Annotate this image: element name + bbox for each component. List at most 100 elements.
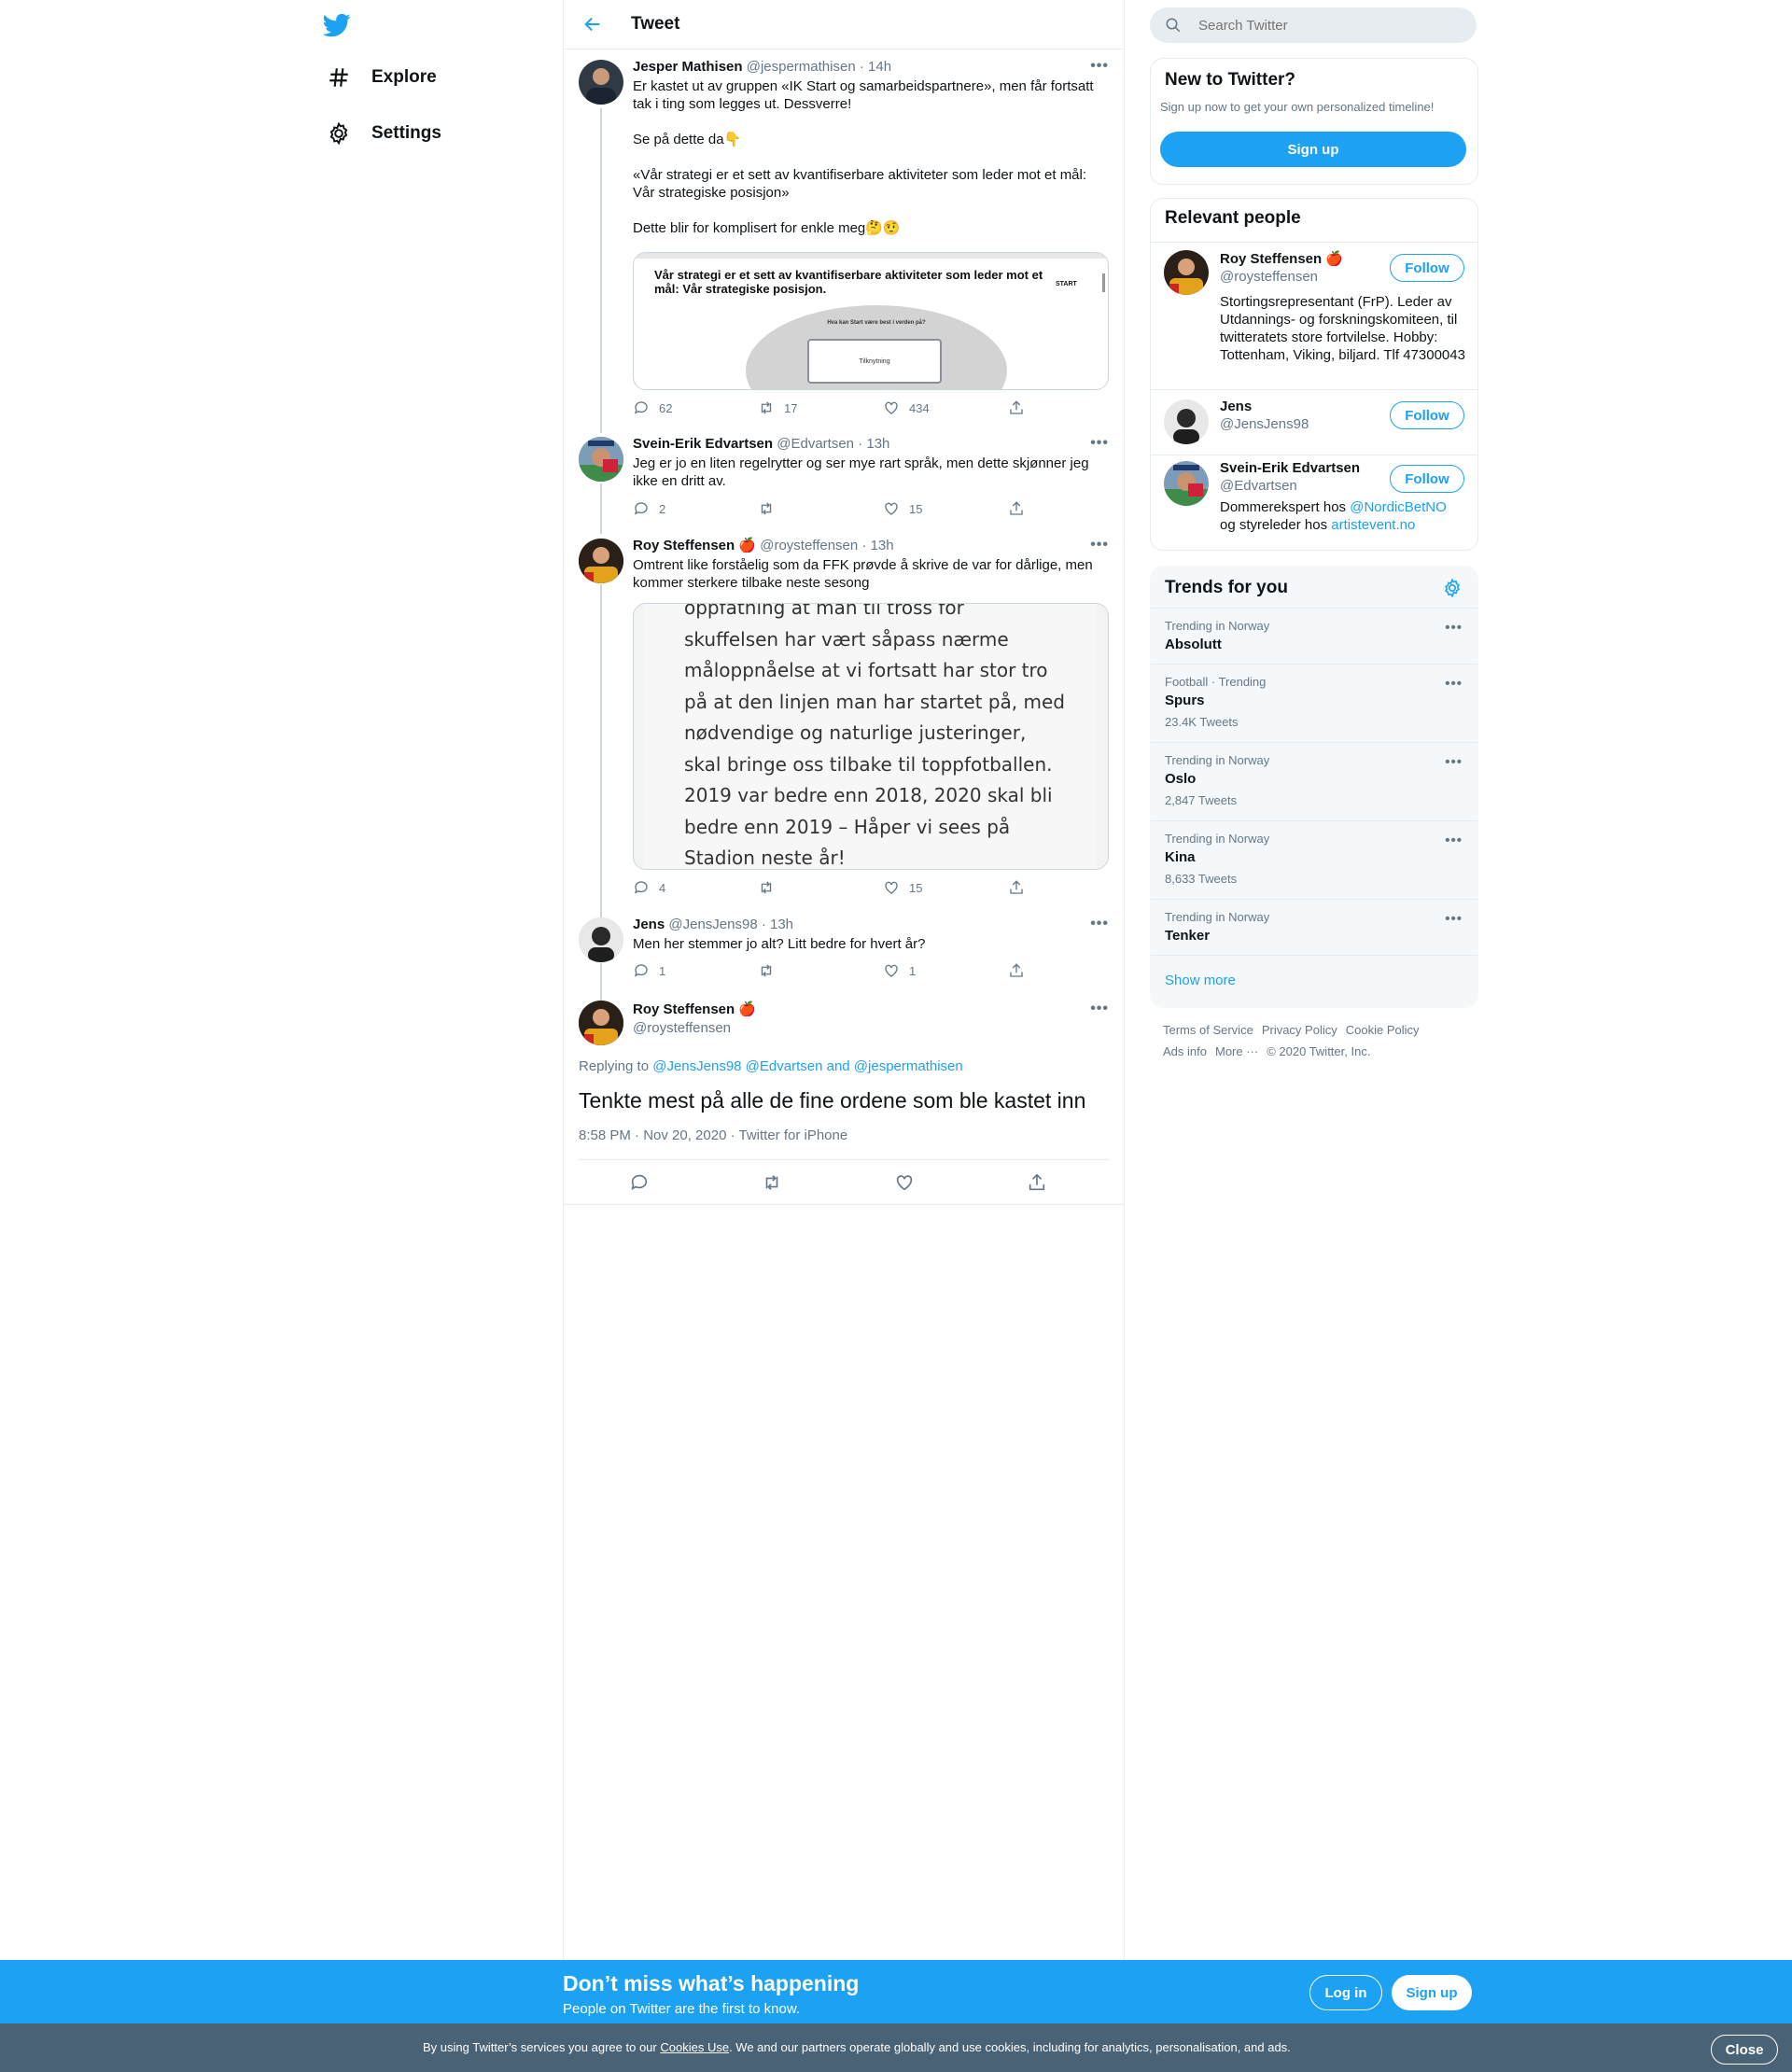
close-button[interactable]: Close	[1711, 2035, 1778, 2065]
replying-to-links[interactable]: @JensJens98 @Edvartsen and @jespermathis…	[652, 1058, 963, 1074]
cookies-use-link[interactable]: Cookies Use	[660, 2040, 729, 2054]
follow-button[interactable]: Follow	[1390, 465, 1464, 493]
tweet[interactable]: Jesper Mathisen @jespermathisen · 14h ••…	[579, 58, 1109, 422]
tweet-time[interactable]: · 13h	[861, 538, 893, 553]
tweet[interactable]: Roy Steffensen 🍎 @roysteffensen · 13h ••…	[579, 537, 1109, 910]
avatar[interactable]	[579, 60, 623, 105]
share-button[interactable]	[1008, 879, 1034, 896]
reply-button[interactable]: 1	[633, 962, 665, 979]
more-options-icon[interactable]: •••	[1090, 916, 1109, 932]
author-handle[interactable]: @JensJens98	[668, 917, 757, 932]
retweet-icon[interactable]	[762, 1172, 782, 1193]
tweet-time[interactable]: · 14h	[860, 59, 891, 75]
more-options-icon[interactable]: •••	[1445, 911, 1463, 927]
tweet-header: Jens @JensJens98 · 13h	[633, 916, 1109, 934]
retweet-button[interactable]: 17	[758, 399, 797, 416]
trend-name: Oslo	[1165, 771, 1197, 787]
avatar[interactable]	[1164, 250, 1209, 295]
trend-item[interactable]: Football · Trending Spurs 23.4K Tweets •…	[1151, 664, 1477, 743]
author-handle[interactable]: @jespermathisen	[747, 59, 856, 75]
share-button[interactable]	[1008, 500, 1034, 517]
author-handle[interactable]: @Edvartsen	[777, 436, 854, 452]
terms-link[interactable]: Terms of Service	[1163, 1023, 1253, 1037]
sign-up-button[interactable]: Sign up	[1392, 1975, 1472, 2010]
privacy-link[interactable]: Privacy Policy	[1262, 1023, 1337, 1037]
tweet-image[interactable]: oppfatning at man til tross for skuffels…	[633, 603, 1109, 870]
reply-icon	[634, 964, 648, 977]
person-row[interactable]: Roy Steffensen 🍎 @roysteffensen Storting…	[1151, 242, 1477, 390]
author-name[interactable]: Jesper Mathisen	[633, 59, 743, 75]
retweet-button[interactable]	[758, 962, 784, 979]
nav-explore[interactable]: Explore	[327, 65, 437, 90]
trend-item[interactable]: Trending in Norway Tenker •••	[1151, 899, 1477, 956]
back-arrow-icon[interactable]	[582, 14, 603, 35]
tweet-text: Omtrent like forståelig som da FFK prøvd…	[633, 557, 1097, 591]
more-options-icon[interactable]: •••	[1090, 537, 1109, 553]
reply-button[interactable]: 4	[633, 879, 665, 896]
share-icon[interactable]	[1027, 1172, 1047, 1193]
nav-settings[interactable]: Settings	[327, 121, 441, 146]
reply-icon[interactable]	[629, 1172, 650, 1193]
reply-button[interactable]: 62	[633, 399, 672, 416]
like-button[interactable]: 15	[883, 500, 922, 517]
retweet-button[interactable]	[758, 879, 784, 896]
like-button[interactable]: 15	[883, 879, 922, 896]
share-button[interactable]	[1008, 399, 1034, 416]
twitter-bird-icon[interactable]	[322, 11, 351, 39]
follow-button[interactable]: Follow	[1390, 254, 1464, 282]
author-handle[interactable]: @roysteffensen	[760, 538, 858, 553]
person-row[interactable]: Jens @JensJens98 Follow	[1151, 389, 1477, 455]
bio-text: og styreleder hos	[1220, 517, 1328, 533]
show-more-row[interactable]: Show more	[1151, 955, 1477, 1006]
avatar[interactable]	[579, 437, 623, 482]
ads-info-link[interactable]: Ads info	[1163, 1044, 1207, 1058]
tweet-time[interactable]: · 13h	[858, 436, 889, 452]
more-link[interactable]: More ···	[1215, 1044, 1258, 1058]
share-button[interactable]	[1008, 962, 1034, 979]
like-button[interactable]: 434	[883, 399, 930, 416]
follow-button[interactable]: Follow	[1390, 401, 1464, 429]
avatar[interactable]	[579, 917, 623, 962]
avatar[interactable]	[579, 1001, 623, 1045]
more-options-icon[interactable]: •••	[1090, 58, 1109, 75]
more-options-icon[interactable]: •••	[1445, 676, 1463, 692]
retweet-icon	[761, 401, 772, 414]
avatar[interactable]	[579, 539, 623, 583]
tweet-timestamp[interactable]: 8:58 PM · Nov 20, 2020 · Twitter for iPh…	[579, 1127, 847, 1143]
author-name[interactable]: Roy Steffensen	[633, 538, 735, 553]
cookie-policy-link[interactable]: Cookie Policy	[1346, 1023, 1420, 1037]
trend-item[interactable]: Trending in Norway Absolutt •••	[1151, 608, 1477, 665]
show-more-link[interactable]: Show more	[1165, 973, 1236, 988]
like-button[interactable]: 1	[883, 962, 916, 979]
more-options-icon[interactable]: •••	[1445, 620, 1463, 636]
trend-item[interactable]: Trending in Norway Kina 8,633 Tweets •••	[1151, 820, 1477, 900]
sign-up-button[interactable]: Sign up	[1160, 132, 1466, 167]
heart-icon[interactable]	[894, 1172, 915, 1193]
avatar[interactable]	[1164, 399, 1209, 444]
bio-link[interactable]: @NordicBetNO	[1350, 499, 1447, 515]
tweet-image[interactable]: Vår strategi er et sett av kvantifiserba…	[633, 252, 1109, 390]
tweet[interactable]: Jens @JensJens98 · 13h ••• Men her stemm…	[579, 916, 1109, 990]
gear-icon[interactable]	[1442, 578, 1463, 598]
tweet[interactable]: Svein-Erik Edvartsen @Edvartsen · 13h ••…	[579, 435, 1109, 528]
author-name[interactable]: Roy Steffensen	[633, 1001, 735, 1017]
retweet-button[interactable]	[758, 500, 784, 517]
person-row[interactable]: Svein-Erik Edvartsen @Edvartsen Dommerek…	[1151, 455, 1477, 549]
author-name[interactable]: Jens	[633, 917, 665, 932]
trend-item[interactable]: Trending in Norway Oslo 2,847 Tweets •••	[1151, 742, 1477, 821]
more-options-icon[interactable]: •••	[1445, 754, 1463, 770]
reply-button[interactable]: 2	[633, 500, 665, 517]
more-options-icon[interactable]: •••	[1090, 1001, 1109, 1017]
avatar[interactable]	[1164, 461, 1209, 506]
author-name[interactable]: Svein-Erik Edvartsen	[633, 436, 773, 452]
more-options-icon[interactable]: •••	[1090, 435, 1109, 452]
log-in-button[interactable]: Log in	[1309, 1975, 1382, 2010]
search-input[interactable]	[1197, 16, 1462, 35]
tweet-time[interactable]: · 13h	[762, 917, 793, 932]
cookie-text-after: . We and our partners operate globally a…	[729, 2040, 1291, 2054]
person-name[interactable]: Roy Steffensen	[1220, 251, 1322, 267]
author-handle[interactable]: @roysteffensen	[633, 1019, 1109, 1038]
bio-link[interactable]: artistevent.no	[1331, 517, 1415, 533]
more-options-icon[interactable]: •••	[1445, 833, 1463, 848]
search-bar[interactable]	[1150, 7, 1477, 43]
